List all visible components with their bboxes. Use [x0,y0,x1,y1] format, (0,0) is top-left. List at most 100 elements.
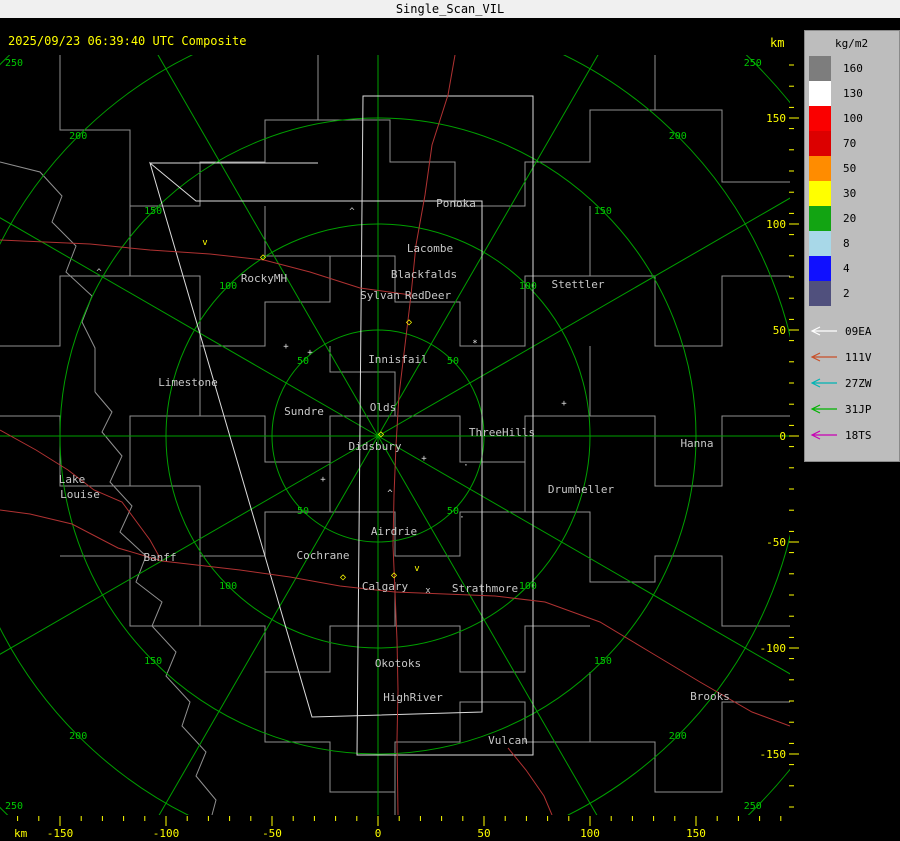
radar-site-entry: 27ZW [808,370,899,396]
city-label: Airdrie [371,525,417,538]
radar-site-id: 27ZW [845,376,872,390]
map-markers: ◇◇◇◇ ◇vvx^^++*++^··+ [96,207,567,596]
city-label: Lake [59,473,86,486]
y-axis-tick-label: -50 [766,536,786,549]
azimuth-line [158,435,379,815]
city-label: Olds [370,401,397,414]
range-ring-label: 250 [5,58,23,69]
city-label: Strathmore [452,582,518,595]
color-scale-entry: 100 [809,106,899,131]
station-marker: x [425,586,431,596]
county-boundary-line [264,672,591,793]
station-marker: ^ [387,489,393,499]
color-swatch [809,81,831,106]
color-swatch [809,156,831,181]
radar-site-id: 31JP [845,402,872,416]
x-axis-tick-label: -100 [153,827,180,840]
radar-site-entry: 31JP [808,396,899,422]
color-scale-entry: 70 [809,131,899,156]
color-swatch [809,56,831,81]
city-label: Stettler [552,278,605,291]
y-axis-tick-label: 100 [766,218,786,231]
county-boundary-line [59,55,319,207]
radar-site-marker: ◇ [378,429,384,440]
station-marker: + [561,399,567,409]
range-ring-label: 150 [594,656,612,667]
station-marker: + [307,348,313,358]
site-arrow-icon [810,404,837,414]
city-label: Cochrane [297,549,350,562]
station-marker: + [320,475,326,485]
city-label: Innisfail [368,353,428,366]
range-ring-label: 200 [69,731,87,742]
radar-site-legend: 09EA 111V 27ZW 31JP 18TS [805,318,899,448]
color-scale-entry: 8 [809,231,899,256]
azimuth-line [157,55,379,437]
range-ring-label: 250 [744,801,762,812]
city-label: Brooks [690,690,730,703]
legend-panel: kg/m2 160 130 100 70 50 30 20 8 4 2 09EA 111V 27ZW 3… [804,30,900,462]
color-scale-entry: 160 [809,56,899,81]
color-scale-value: 160 [843,62,863,75]
city-label: Lacombe [407,242,453,255]
county-boundary-line [199,556,396,673]
radar-site-marker: v [202,238,207,248]
city-label: Sundre [284,405,324,418]
radar-site-id: 09EA [845,324,872,338]
highway-line [0,239,412,296]
legend-units-label: kg/m2 [835,37,869,50]
county-boundary-line [330,206,591,347]
city-label: Vulcan [488,734,528,747]
county-boundary-line [590,415,790,487]
color-scale-entry: 50 [809,156,899,181]
radar-site-marker: ◇ [260,252,266,263]
y-axis-tick-label: 150 [766,112,786,125]
station-marker: + [421,454,427,464]
x-axis-unit-label: km [14,827,28,840]
color-scale-value: 2 [843,287,850,300]
county-boundary-line [395,625,590,673]
color-swatch [809,281,831,306]
range-ring-label: 250 [744,58,762,69]
county-boundary-line [94,391,217,815]
range-ring-label: 150 [144,206,162,217]
color-scale-value: 50 [843,162,857,175]
range-ring-label: 150 [594,206,612,217]
color-scale-value: 130 [843,87,863,100]
range-ring-label: 200 [669,131,687,142]
radar-site-id: 111V [845,350,872,364]
color-scale-entry: 130 [809,81,899,106]
county-boundary-line [60,555,200,627]
range-ring-label: 250 [5,801,23,812]
highway-line [507,747,553,815]
range-ring-label: 100 [219,281,237,292]
station-marker: ^ [349,207,355,217]
city-label: Didsbury [349,440,402,453]
y-axis-tick-label: -100 [760,642,787,655]
color-scale-entry: 20 [809,206,899,231]
color-swatch [809,131,831,156]
range-ring-label: 50 [447,506,459,517]
range-ring-label: 50 [447,356,459,367]
radar-site-marker: ◇ [340,572,346,583]
range-ring-label: 200 [69,131,87,142]
site-arrow-icon [810,378,837,388]
county-boundary-line [590,275,790,347]
highway-line [394,591,790,727]
city-label: Sylvan [360,289,400,302]
color-scale-value: 4 [843,262,850,275]
x-axis-tick-label: 150 [686,827,706,840]
y-axis-tick-label: 50 [773,324,786,337]
x-axis-tick-label: 0 [375,827,382,840]
site-arrow-icon [810,352,837,362]
range-ring-label: 100 [519,581,537,592]
color-scale-value: 8 [843,237,850,250]
color-scale-value: 100 [843,112,863,125]
radar-site-marker: v [414,564,419,574]
radar-site-entry: 09EA [808,318,899,344]
x-axis-tick-label: -50 [262,827,282,840]
city-label: Calgary [362,580,409,593]
station-marker: · [463,461,468,471]
city-label: Hanna [680,437,713,450]
x-axis-tick-label: -150 [47,827,74,840]
